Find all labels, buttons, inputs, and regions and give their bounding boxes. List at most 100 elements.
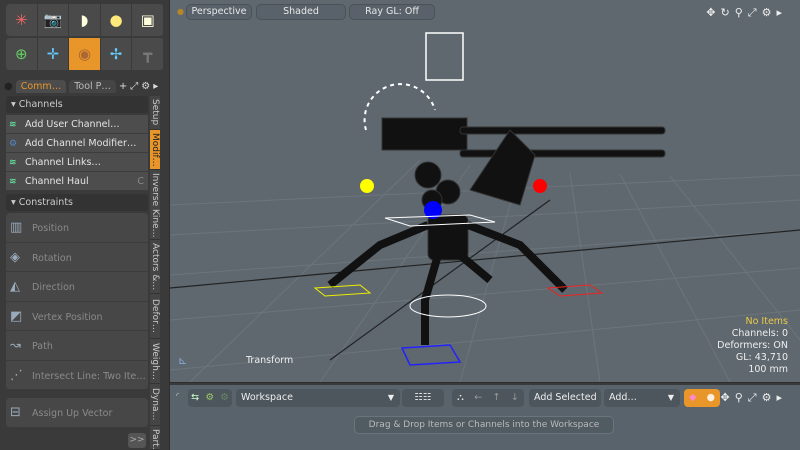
camera-icon[interactable]: 📷 xyxy=(38,4,70,36)
schematic-tools: ⇆ ⚙ ⚙ xyxy=(188,389,232,407)
view-type-button[interactable]: Perspective xyxy=(186,4,252,20)
viewport-indicator-icon: ● xyxy=(177,7,184,16)
layout-grid-button[interactable]: ☷☷ xyxy=(402,389,444,407)
add-gear-disabled-icon[interactable]: ⚙ xyxy=(220,389,229,407)
area-light-icon[interactable]: ▣ xyxy=(132,4,164,36)
tool-label: Transform xyxy=(246,355,294,366)
gl-polycount: GL: 43,710 xyxy=(735,352,788,363)
left-panel: ✳ 📷 ◗ ● ▣ ⊕ ✛ ◉ ✢ ┳ ● Comm… Tool P… + ⤢ … xyxy=(0,0,169,450)
item-label: Rotation xyxy=(32,252,72,264)
add-label: Add… xyxy=(609,392,637,403)
workspace-label: Workspace xyxy=(241,392,293,403)
zoom-icon[interactable]: ⚲ xyxy=(735,391,743,405)
scene-info: No Items Channels: 0 Deformers: ON GL: 4… xyxy=(717,316,788,376)
side-tab-inverse-kinematics[interactable]: Inverse Kine… xyxy=(150,170,160,240)
channels-count: Channels: 0 xyxy=(731,328,788,339)
direction-constraint-icon: ◭ xyxy=(10,279,20,294)
assign-up-vector-button[interactable]: ⊟ Assign Up Vector xyxy=(6,398,148,428)
move-gizmo-icon[interactable]: ✛ xyxy=(38,38,70,70)
constraint-position-button[interactable]: ▥ Position xyxy=(6,213,148,243)
side-tab-setup[interactable]: Setup xyxy=(150,96,160,130)
constraint-rotation-button[interactable]: ◈ Rotation xyxy=(6,242,148,272)
scale-gizmo-icon[interactable]: ✢ xyxy=(101,38,133,70)
channel-haul-icon: ≋ xyxy=(9,177,17,187)
add-dropdown[interactable]: Add… ▼ xyxy=(604,389,680,407)
workspace-dropdown[interactable]: Workspace ▼ xyxy=(236,389,400,407)
side-tab-deformers[interactable]: Defor… xyxy=(150,294,160,339)
add-selected-button[interactable]: Add Selected xyxy=(529,389,601,407)
path-constraint-icon: ↝ xyxy=(10,338,21,353)
camera-frustum xyxy=(425,32,464,81)
constraint-direction-button[interactable]: ◭ Direction xyxy=(6,272,148,302)
position-constraint-icon: ▥ xyxy=(10,220,23,235)
channel-haul-button[interactable]: ≋ Channel Haul C xyxy=(6,172,148,191)
section-title: Channels xyxy=(18,99,63,110)
constraint-intersect-line-button[interactable]: ⋰ Intersect Line: Two Ite… xyxy=(6,360,148,390)
light-bulb-icon[interactable]: ● xyxy=(101,4,133,36)
arrow-right-icon[interactable]: ▸ xyxy=(153,81,158,92)
transform-toolbar: ⊕ ✛ ◉ ✢ ┳ xyxy=(6,38,164,70)
pan-icon[interactable]: ✥ xyxy=(721,391,730,405)
add-gear-icon[interactable]: ⚙ xyxy=(205,389,214,407)
side-tab-dynamics[interactable]: Dyna… xyxy=(150,384,160,426)
zoom-icon[interactable]: ⚲ xyxy=(735,6,743,20)
channels-section-header[interactable]: ▾ Channels xyxy=(6,96,148,113)
channel-link-icon: ≋ xyxy=(9,158,17,168)
more-button[interactable]: >> xyxy=(128,433,146,448)
selection-status: No Items xyxy=(745,316,788,327)
pan-icon[interactable]: ✥ xyxy=(706,6,715,20)
item-label: Vertex Position xyxy=(32,311,103,323)
item-label: Channel Haul xyxy=(25,176,89,187)
axis-icon[interactable]: ✳ xyxy=(6,4,38,36)
viewport-nav-icons: ✥ ↻ ⚲ ⤢ ⚙ ▸ xyxy=(706,6,782,20)
maximize-icon[interactable]: ⤢ xyxy=(748,391,757,405)
rotate-icon[interactable]: ↻ xyxy=(721,6,730,20)
add-channel-modifier-button[interactable]: ⚙ Add Channel Modifier… xyxy=(6,134,148,153)
side-tab-actors[interactable]: Actors &… xyxy=(150,240,160,294)
command-list: ▾ Channels ≋ Add User Channel… ⚙ Add Chann… xyxy=(6,96,148,428)
gear-icon[interactable]: ⚙ xyxy=(762,6,772,20)
constraint-vertex-position-button[interactable]: ◩ Vertex Position xyxy=(6,301,148,331)
3d-viewport[interactable]: ● Perspective Shaded Ray GL: Off ✥ ↻ ⚲ ⤢ ⚙ ▸ … xyxy=(170,0,800,382)
constraint-path-button[interactable]: ↝ Path xyxy=(6,331,148,361)
item-label: Assign Up Vector xyxy=(32,408,113,419)
arrow-up-icon[interactable]: ↑ xyxy=(493,389,501,407)
add-tab-icon[interactable]: + xyxy=(119,81,127,92)
channel-links-button[interactable]: ≋ Channel Links… xyxy=(6,153,148,172)
arrow-down-icon[interactable]: ↓ xyxy=(511,389,519,407)
rig-icon[interactable]: ┳ xyxy=(132,38,164,70)
gear-icon[interactable]: ⚙ xyxy=(762,391,772,405)
axis-gizmo-icon: ⊾ xyxy=(178,354,188,367)
side-tab-modifiers[interactable]: Modif… xyxy=(150,130,160,170)
item-label: Channel Links… xyxy=(25,157,101,168)
key-circle-icon: ● xyxy=(706,392,715,403)
transform-gizmo-icon[interactable]: ⊕ xyxy=(6,38,38,70)
maximize-icon[interactable]: ⤢ xyxy=(748,6,757,20)
gear-icon[interactable]: ⚙ xyxy=(141,81,150,92)
item-label: Add User Channel… xyxy=(25,119,120,130)
spotlight-icon[interactable]: ◗ xyxy=(69,4,101,36)
deformers-status: Deformers: ON xyxy=(717,340,788,351)
arrow-right-icon[interactable]: ▸ xyxy=(776,6,782,20)
section-title: Constraints xyxy=(18,197,73,208)
shading-button[interactable]: Shaded xyxy=(256,4,346,20)
arrow-left-icon[interactable]: ← xyxy=(474,389,482,407)
side-tab-weights[interactable]: Weigh… xyxy=(150,339,160,384)
add-user-channel-button[interactable]: ≋ Add User Channel… xyxy=(6,115,148,134)
hierarchy-icon[interactable]: ⛬ xyxy=(457,389,464,407)
item-label: Position xyxy=(32,223,69,234)
channel-add-icon: ≋ xyxy=(9,120,17,130)
key-toggle[interactable]: ◆ ● xyxy=(684,389,720,407)
side-tab-particles[interactable]: Part… xyxy=(150,426,160,450)
constraints-section-header[interactable]: ▾ Constraints xyxy=(6,194,148,211)
expand-icon[interactable]: ⤢ xyxy=(130,81,138,92)
item-label: Path xyxy=(32,341,53,352)
add-node-icon[interactable]: ⇆ xyxy=(191,389,199,407)
arrow-right-icon[interactable]: ▸ xyxy=(776,391,782,405)
element-move-icon[interactable]: ◉ xyxy=(69,38,101,70)
raygl-button[interactable]: Ray GL: Off xyxy=(349,4,435,20)
tab-commands[interactable]: Comm… xyxy=(15,79,67,93)
workspace-panel: ◜ ⇆ ⚙ ⚙ Workspace ▼ ☷☷ ⛬ ← ↑ ↓ Add Selected Ad… xyxy=(170,383,800,450)
tab-tool-properties[interactable]: Tool P… xyxy=(69,79,116,93)
item-label: Intersect Line: Two Ite… xyxy=(32,370,146,382)
